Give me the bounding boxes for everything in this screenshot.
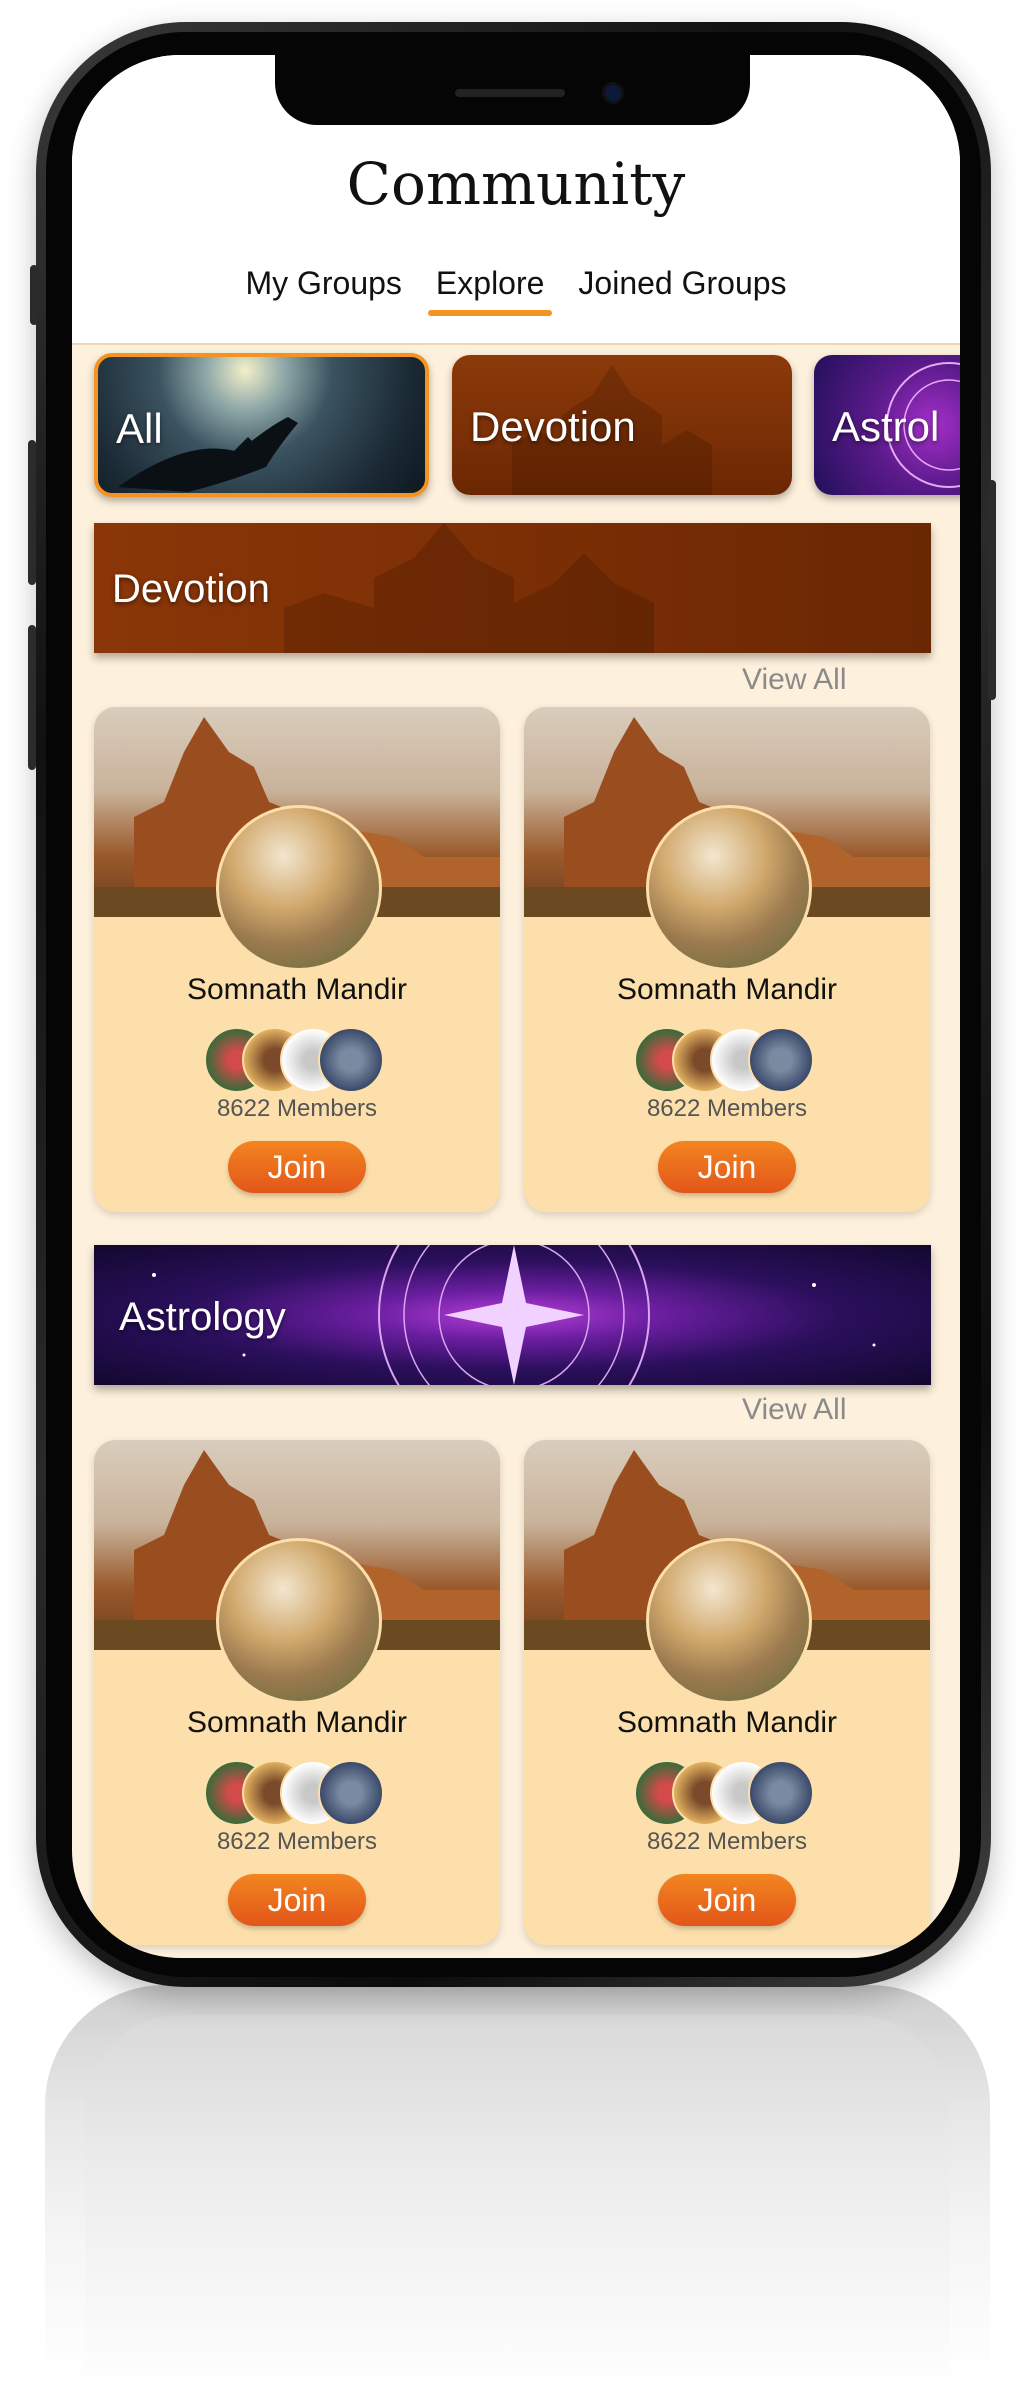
category-chip-astrology[interactable]: Astrol [814,355,960,495]
view-all-link[interactable]: View All [742,1393,847,1427]
member-avatars [204,1027,384,1093]
app-screen: Community My Groups Explore Joined Group… [72,55,960,1958]
member-count: 8622 Members [216,1828,378,1855]
phone-reflection [45,1985,990,2395]
tab-explore[interactable]: Explore [427,265,552,316]
group-card[interactable]: Somnath Mandir 8622 Members Join [94,1440,500,1945]
section-title: Devotion [112,567,270,611]
power-button [988,480,996,700]
avatar [318,1027,384,1093]
view-all-link[interactable]: View All [742,663,847,697]
group-avatar [646,1538,812,1704]
category-chip-label: Devotion [470,403,636,450]
category-chip-label: All [116,405,163,452]
section-banner-astrology: Astrology [94,1245,931,1385]
group-name: Somnath Mandir [616,973,838,1006]
phone-notch [275,55,750,125]
section-banner-devotion: Devotion [94,523,931,653]
join-button[interactable]: Join [658,1141,796,1193]
tab-my-groups[interactable]: My Groups [245,265,401,316]
member-avatars [634,1027,814,1093]
avatar [748,1027,814,1093]
avatar [748,1760,814,1826]
category-chip-all[interactable]: All [94,353,429,497]
group-name: Somnath Mandir [186,1706,408,1739]
category-chip-devotion[interactable]: Devotion [452,355,792,495]
mute-switch [30,265,38,325]
member-count: 8622 Members [646,1095,808,1122]
phone-reflection-inner [85,2015,950,2395]
group-avatar [216,805,382,971]
category-chip-label: Astrol [832,403,940,450]
volume-up-button [28,440,36,585]
speaker-grille [455,89,565,97]
group-avatar [216,1538,382,1704]
tab-bar: My Groups Explore Joined Groups [72,265,960,316]
join-button[interactable]: Join [228,1874,366,1926]
section-title: Astrology [119,1295,286,1339]
group-card[interactable]: Somnath Mandir 8622 Members Join [524,707,930,1212]
volume-down-button [28,625,36,770]
avatar [318,1760,384,1826]
member-avatars [634,1760,814,1826]
page-title: Community [346,150,686,218]
header-divider [72,343,960,345]
member-count: 8622 Members [646,1828,808,1855]
member-count: 8622 Members [216,1095,378,1122]
member-avatars [204,1760,384,1826]
tab-joined-groups[interactable]: Joined Groups [578,265,786,316]
group-name: Somnath Mandir [616,1706,838,1739]
group-card[interactable]: Somnath Mandir 8622 Members Join [94,707,500,1212]
join-button[interactable]: Join [658,1874,796,1926]
join-button[interactable]: Join [228,1141,366,1193]
group-card[interactable]: Somnath Mandir 8622 Members Join [524,1440,930,1945]
group-name: Somnath Mandir [186,973,408,1006]
front-camera-icon [605,85,621,101]
group-avatar [646,805,812,971]
